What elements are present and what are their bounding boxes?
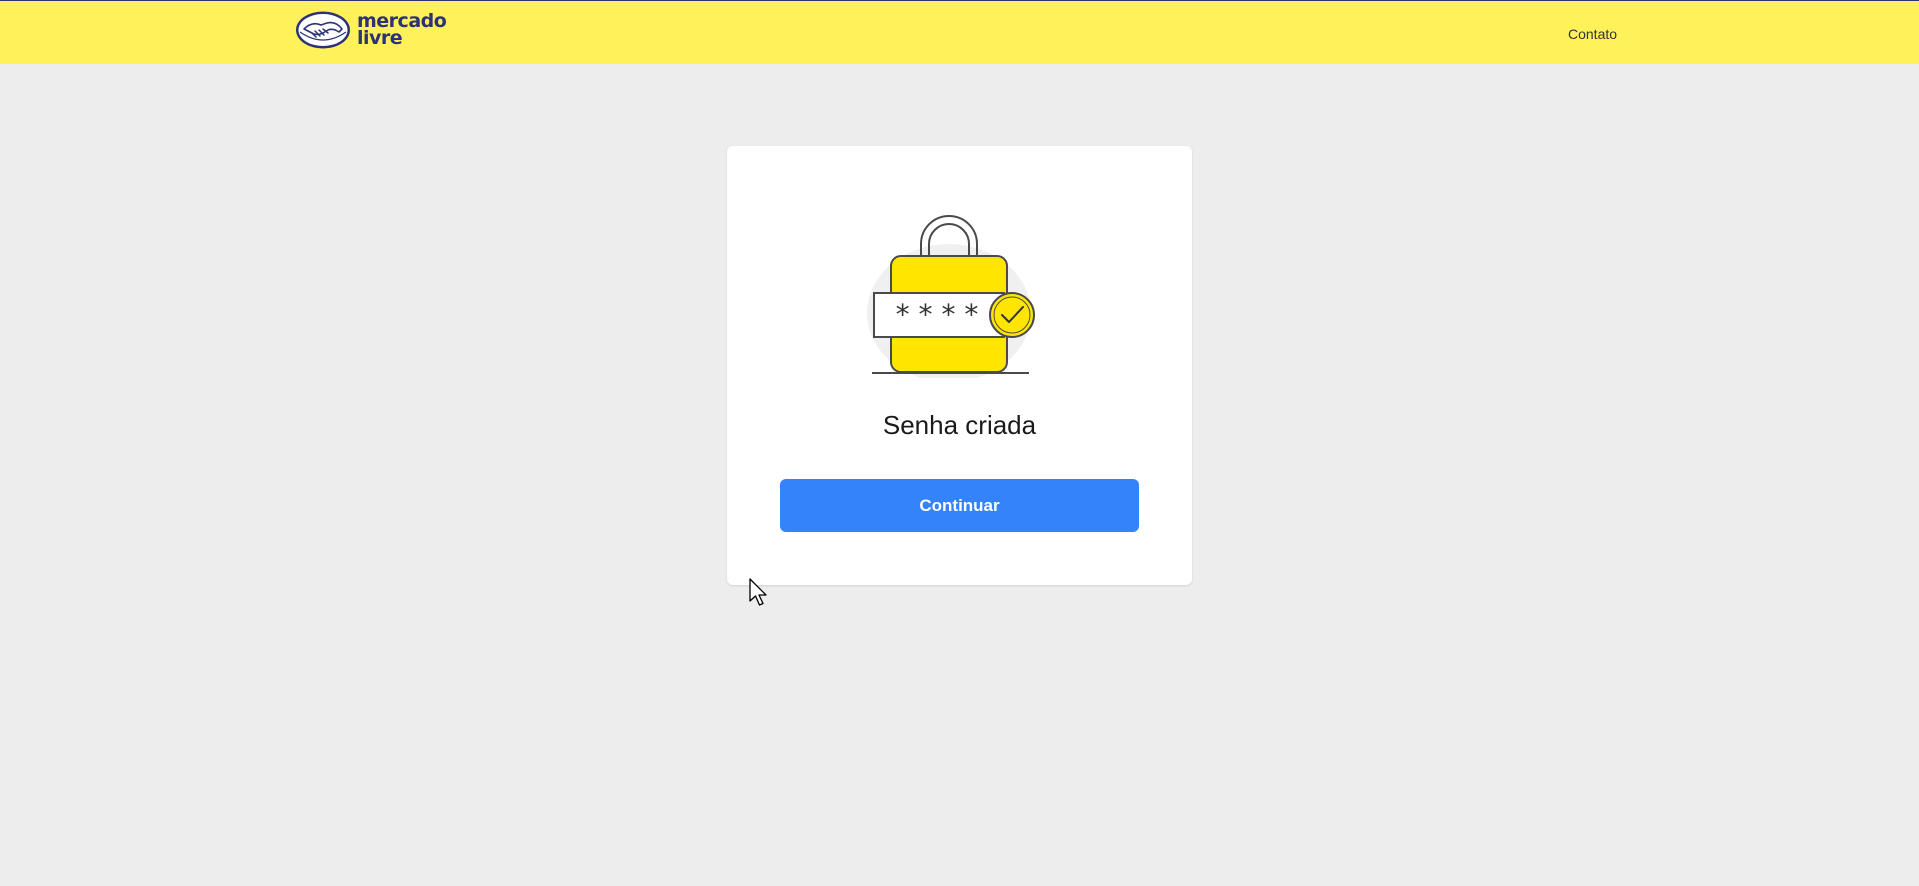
top-header: mercado livre Contato — [0, 0, 1919, 64]
handshake-icon — [296, 11, 350, 49]
contact-link[interactable]: Contato — [1568, 26, 1617, 42]
padlock-password-check-icon: * * * * — [867, 215, 1035, 378]
password-mask: * * * * — [896, 298, 979, 331]
password-created-card: * * * * Senha criada Continuar — [727, 146, 1192, 585]
logo-word-livre: livre — [357, 27, 403, 49]
continue-button[interactable]: Continuar — [780, 479, 1139, 532]
mouse-cursor-icon — [749, 578, 767, 606]
logo-wordmark: mercado livre — [357, 12, 447, 49]
mercado-livre-logo[interactable]: mercado livre — [295, 10, 447, 50]
page-title: Senha criada — [882, 410, 1037, 440]
